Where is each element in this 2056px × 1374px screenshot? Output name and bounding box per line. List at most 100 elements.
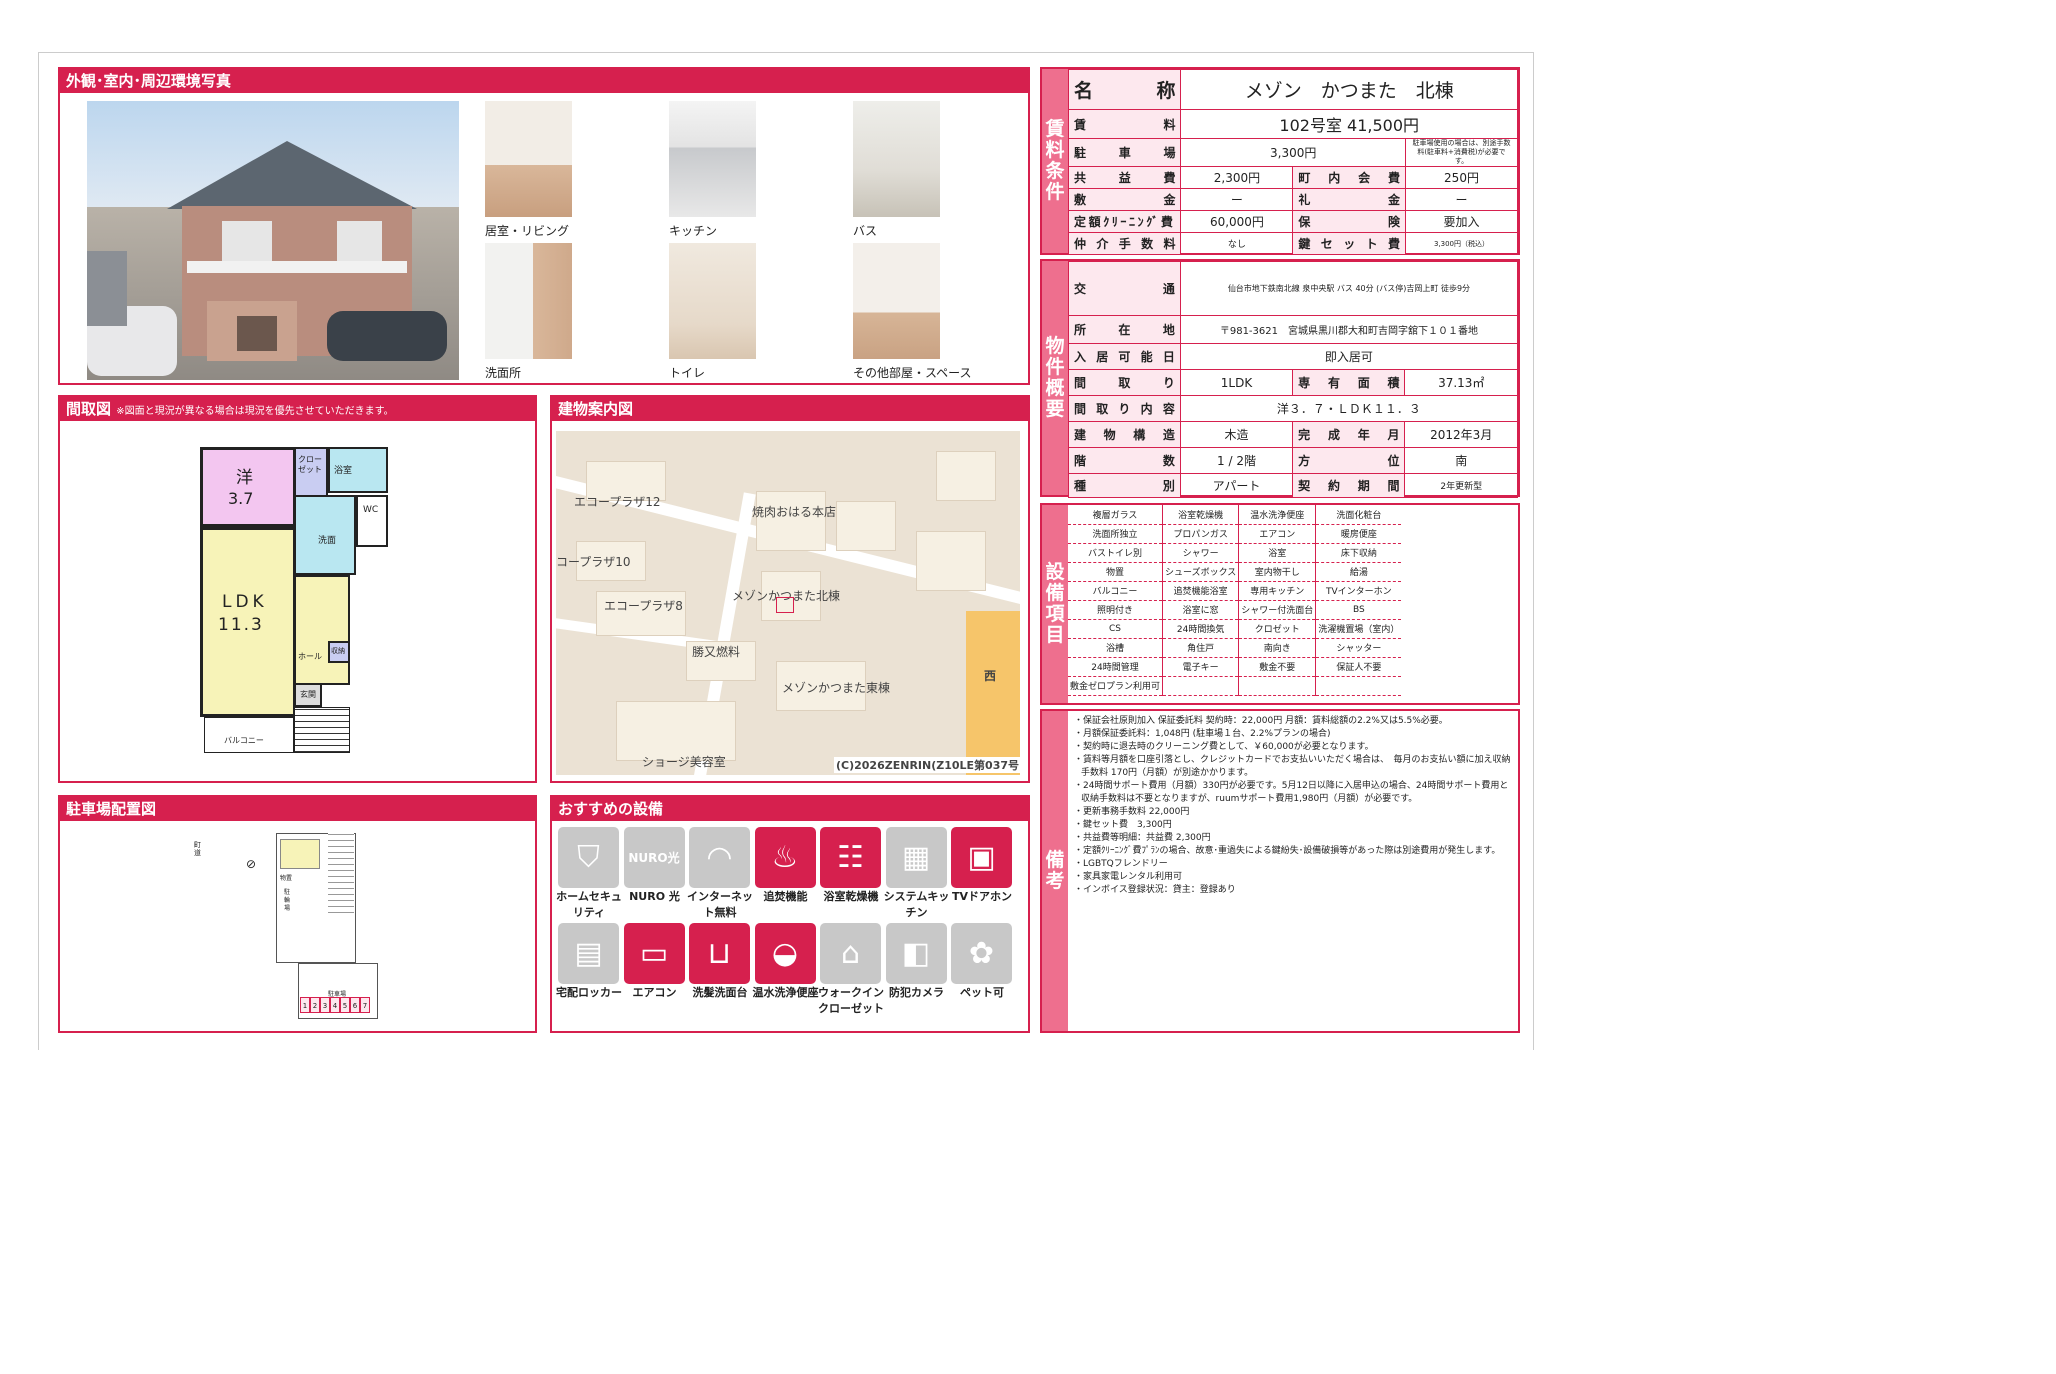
equipment-item: 床下収納 bbox=[1315, 543, 1402, 563]
address: 〒981-3621 宮城県黒川郡大和町吉岡字舘下１０１番地 bbox=[1179, 315, 1519, 344]
recommended-label: システムキッチン bbox=[883, 890, 950, 919]
paw-icon: ✿ bbox=[951, 923, 1012, 984]
remark-line: ・インボイス登録状況：貸主：登録あり bbox=[1074, 885, 1236, 895]
address-key: 所 在 地 bbox=[1068, 315, 1181, 344]
camera-icon: ◧ bbox=[885, 923, 947, 984]
map-label: コープラザ10 bbox=[556, 555, 631, 569]
equipment-item: 洗濯機置場（室内） bbox=[1315, 619, 1402, 639]
parking-fee: 3,300円 bbox=[1180, 138, 1406, 167]
entrance-label: 玄関 bbox=[300, 690, 316, 699]
equipment: 設備項目 複層ガラス 浴室乾燥機 温水洗浄便座 洗面化粧台 洗面所独立 プロパンガス エアコ… bbox=[1040, 503, 1520, 705]
storage-label: 収納 bbox=[331, 647, 345, 655]
equipment-item: 敷金ゼロプラン利用可 bbox=[1068, 676, 1164, 696]
key-money-key: 礼 金 bbox=[1292, 188, 1406, 211]
exterior-illustration bbox=[87, 141, 447, 376]
recommended-label: 温水洗浄便座 bbox=[752, 986, 819, 999]
recommended-label: インターネット無料 bbox=[687, 890, 753, 919]
movein-key: 入居可能日 bbox=[1068, 343, 1181, 370]
lock-fee-key: 鍵セット費 bbox=[1292, 232, 1406, 255]
layout-detail-key: 間取り内容 bbox=[1068, 395, 1181, 422]
equipment-item: プロパンガス bbox=[1162, 524, 1240, 544]
kitchen-icon: ▦ bbox=[885, 827, 947, 888]
common-fee-key: 共 益 費 bbox=[1067, 166, 1182, 189]
recommended-label: 浴室乾燥機 bbox=[823, 890, 879, 903]
property-overview-label: 物件概要 bbox=[1042, 261, 1068, 495]
access-key: 交 通 bbox=[1068, 261, 1181, 316]
map-label: 勝又燃料 bbox=[692, 645, 741, 659]
equipment-item: 24時間換気 bbox=[1162, 619, 1240, 639]
bathtub-icon: ♨ bbox=[754, 827, 816, 888]
photo-other-room bbox=[853, 243, 940, 359]
equipment-item: 敷金不要 bbox=[1238, 657, 1317, 677]
equipment-item: 浴室 bbox=[1238, 543, 1317, 563]
parking-space: 7 bbox=[360, 997, 370, 1013]
deposit: ー bbox=[1180, 188, 1294, 211]
closet-label: クロー ゼット bbox=[298, 455, 322, 474]
equipment-item bbox=[1238, 676, 1317, 696]
recommended-label: エアコン bbox=[632, 986, 677, 999]
room-ldk-size: 11.3 bbox=[218, 615, 264, 635]
recommended-label: 宅配ロッカー bbox=[556, 986, 622, 999]
map-view[interactable]: エコープラザ12 焼肉おはる本店 コープラザ10 エコープラザ8 メゾンかつまた… bbox=[556, 431, 1020, 775]
flyer-page: 外観･室内･周辺環境写真 居室・リビング キッチン バス 洗面所 トイレ その他… bbox=[38, 52, 1534, 1050]
equipment-item: 浴室に窓 bbox=[1162, 600, 1240, 620]
area-key: 専有面積 bbox=[1292, 369, 1406, 396]
porch bbox=[294, 707, 350, 753]
parking-space: 2 bbox=[310, 997, 320, 1013]
common-fee: 2,300円 bbox=[1180, 166, 1294, 189]
parking-building bbox=[280, 839, 320, 869]
hall-label: ホール bbox=[298, 652, 322, 661]
lock-fee: 3,300円（税込） bbox=[1405, 232, 1518, 255]
photo-kitchen bbox=[669, 101, 756, 217]
brokerage-key: 仲介手数料 bbox=[1067, 232, 1182, 255]
equipment-item: CS bbox=[1068, 619, 1164, 639]
structure: 木造 bbox=[1179, 421, 1294, 448]
map-supermarket bbox=[966, 611, 1020, 775]
caption-washroom: 洗面所 bbox=[485, 366, 522, 380]
equipment-item: シャッター bbox=[1315, 638, 1402, 658]
parking-fee-key: 駐 車 場 bbox=[1067, 138, 1182, 167]
parking-space: 6 bbox=[350, 997, 360, 1013]
equipment-item: 角住戸 bbox=[1162, 638, 1240, 658]
equipment-item: 保証人不要 bbox=[1315, 657, 1402, 677]
bath-dryer-icon: ☷ bbox=[820, 827, 881, 888]
toilet-icon: ◒ bbox=[754, 923, 816, 984]
floorplan-drawing: 洋 3.7 クロー ゼット 浴室 WC 洗面 LDK 11.3 ホール 収納 玄… bbox=[200, 447, 390, 757]
cleaning-fee: 60,000円 bbox=[1180, 210, 1294, 233]
caption-living: 居室・リビング bbox=[485, 224, 570, 238]
aircon-icon: ▭ bbox=[623, 923, 685, 984]
building-map-header: 建物案内図 bbox=[552, 397, 1028, 421]
room-western-label: 洋 bbox=[236, 468, 253, 488]
wc-label: WC bbox=[363, 505, 379, 515]
wc bbox=[356, 495, 388, 547]
brokerage: なし bbox=[1180, 232, 1294, 255]
parking-space: 1 bbox=[300, 997, 310, 1013]
room-ldk-label: LDK bbox=[222, 592, 268, 612]
recommended-label: 防犯カメラ bbox=[889, 986, 944, 999]
remark-line: ・定額ｸﾘｰﾆﾝｸﾞ費ﾌﾟﾗﾝの場合、故意･重過失による鍵紛失･設備破損等があっ… bbox=[1074, 846, 1501, 856]
parking-space: 3 bbox=[320, 997, 330, 1013]
remark-line: ・24時間サポート費用（月額）330円が必要です。5月12日以降に入居申込の場合… bbox=[1074, 781, 1509, 804]
remark-line: ・契約時に退去時のクリーニング費として、￥60,000が必要となります。 bbox=[1074, 742, 1374, 752]
parking-fee-note: 駐車場使用の場合は、別途手数料(駐車料+消費税)が必要です。 bbox=[1405, 138, 1518, 167]
floorplan-note: ※図面と現況が異なる場合は現況を優先させていただきます。 bbox=[116, 406, 394, 417]
access: 仙台市地下鉄南北線 泉中央駅 バス 40分 (バス停)吉岡上町 徒歩9分 bbox=[1179, 261, 1519, 316]
cleaning-fee-key: 定額ｸﾘｰﾆﾝｸﾞ費 bbox=[1067, 210, 1182, 233]
caption-kitchen: キッチン bbox=[669, 224, 718, 238]
property-table: 交 通仙台市地下鉄南北線 泉中央駅 バス 40分 (バス停)吉岡上町 徒歩9分 … bbox=[1068, 261, 1519, 498]
parking-diagram: 町道 物置 駐輪場 ⊘ 駐車場 1 2 3 4 5 6 7 bbox=[194, 833, 394, 1025]
equipment-item: 物置 bbox=[1068, 562, 1164, 582]
type: アパート bbox=[1179, 473, 1294, 498]
map-label: メゾンかつまた東棟 bbox=[782, 681, 891, 695]
map-building bbox=[756, 491, 826, 551]
built-key: 完成年月 bbox=[1292, 421, 1406, 448]
equipment-item: 暖房便座 bbox=[1315, 524, 1402, 544]
equipment-item: 室内物干し bbox=[1238, 562, 1317, 582]
room-western-size: 3.7 bbox=[228, 489, 254, 508]
equipment-item: 複層ガラス bbox=[1068, 505, 1164, 525]
parking-bicycle-label: 駐輪場 bbox=[284, 889, 291, 912]
equipment-item: TVインターホン bbox=[1315, 581, 1402, 601]
property-name: メゾン かつまた 北棟 bbox=[1180, 69, 1518, 110]
washbasin-icon: ⊔ bbox=[689, 923, 750, 984]
remark-line: ・月額保証委託料：1,048円 (駐車場１台、2.2%プランの場合) bbox=[1074, 729, 1331, 739]
